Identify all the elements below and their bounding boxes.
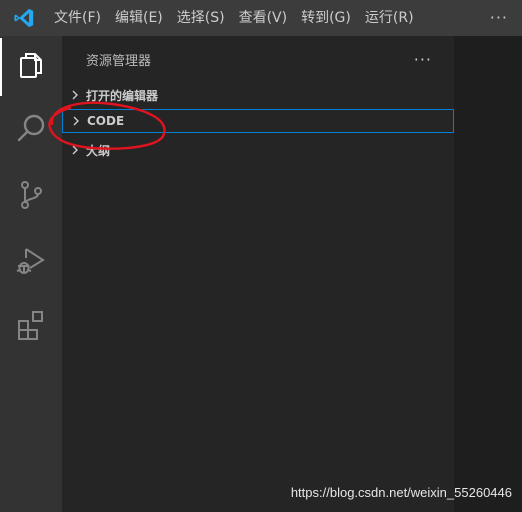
watermark-text: https://blog.csdn.net/weixin_55260446 bbox=[290, 485, 512, 500]
search-icon bbox=[15, 113, 47, 149]
files-explorer-icon bbox=[16, 50, 46, 84]
section-outline[interactable]: 大纲 bbox=[62, 138, 454, 162]
menu-file[interactable]: 文件(F) bbox=[48, 0, 108, 36]
explorer-sidebar: 资源管理器 ··· 打开的编辑器 CODE 大纲 bbox=[62, 36, 454, 512]
menu-run[interactable]: 运行(R) bbox=[358, 0, 421, 36]
section-workspace-code[interactable]: CODE bbox=[62, 109, 454, 133]
activity-bar bbox=[0, 36, 62, 512]
chevron-right-icon bbox=[64, 144, 86, 156]
vscode-logo-icon bbox=[0, 0, 48, 36]
menu-go[interactable]: 转到(G) bbox=[294, 0, 358, 36]
menu-edit[interactable]: 编辑(E) bbox=[108, 0, 170, 36]
menu-bar: 文件(F) 编辑(E) 选择(S) 查看(V) 转到(G) 运行(R) ··· bbox=[0, 0, 522, 36]
menu-more-button[interactable]: ··· bbox=[490, 0, 508, 36]
activity-run-debug[interactable] bbox=[0, 234, 62, 292]
editor-area[interactable] bbox=[454, 36, 522, 512]
section-label: 打开的编辑器 bbox=[86, 88, 159, 103]
sidebar-header: 资源管理器 ··· bbox=[62, 36, 454, 82]
section-label: CODE bbox=[87, 114, 125, 128]
menu-selection[interactable]: 选择(S) bbox=[170, 0, 232, 36]
section-open-editors[interactable]: 打开的编辑器 bbox=[62, 83, 454, 107]
source-control-icon bbox=[16, 179, 46, 215]
menu-view[interactable]: 查看(V) bbox=[232, 0, 295, 36]
activity-source-control[interactable] bbox=[0, 168, 62, 226]
chevron-right-icon bbox=[64, 89, 86, 101]
extensions-icon bbox=[15, 309, 47, 345]
chevron-right-icon bbox=[65, 115, 87, 127]
section-label: 大纲 bbox=[86, 143, 111, 158]
activity-search[interactable] bbox=[0, 102, 62, 160]
activity-extensions[interactable] bbox=[0, 298, 62, 356]
sidebar-more-button[interactable]: ··· bbox=[414, 50, 432, 69]
run-debug-icon bbox=[15, 245, 47, 281]
activity-explorer[interactable] bbox=[0, 38, 62, 96]
sidebar-title: 资源管理器 bbox=[86, 53, 152, 69]
vscode-window: 文件(F) 编辑(E) 选择(S) 查看(V) 转到(G) 运行(R) ··· bbox=[0, 0, 522, 512]
